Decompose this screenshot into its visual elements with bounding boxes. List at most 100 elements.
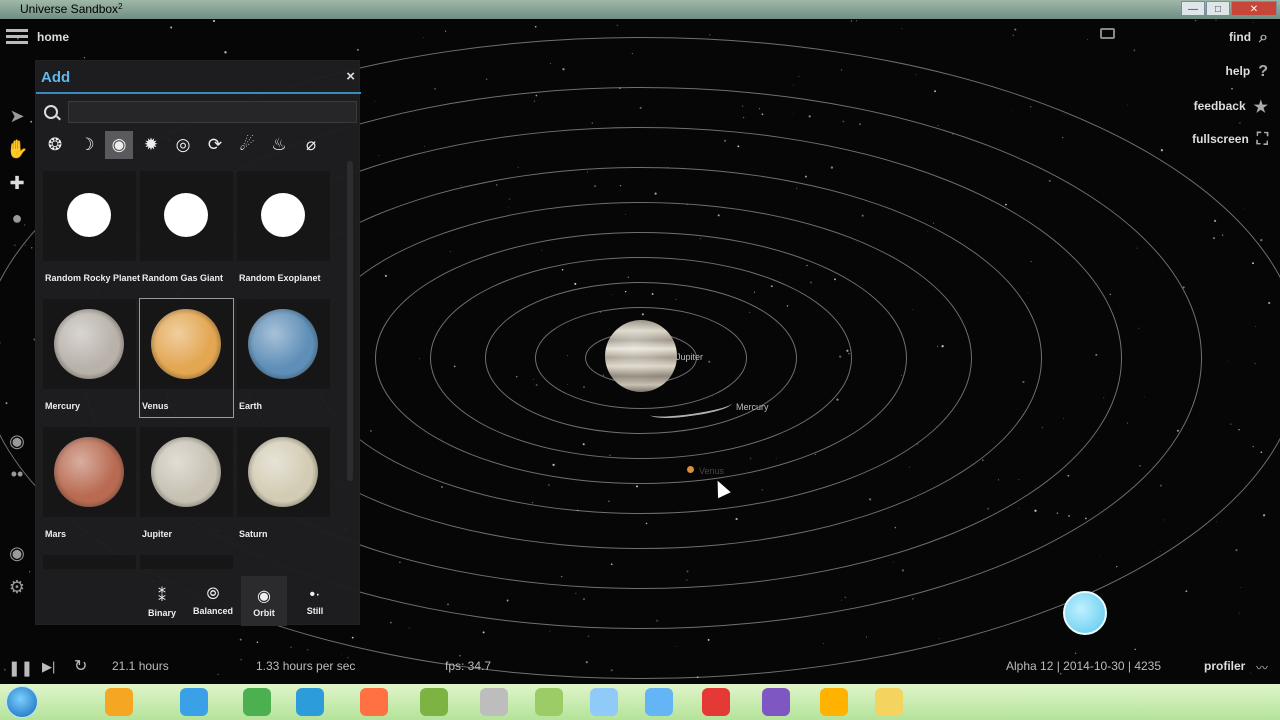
item-thumbnail xyxy=(237,427,330,517)
planet-image xyxy=(248,309,318,379)
item-label: Venus xyxy=(142,401,169,411)
venus-label: Venus xyxy=(699,466,725,476)
mode-label: Binary xyxy=(147,608,176,618)
category-black-holes-icon[interactable]: ⟳ xyxy=(201,131,229,159)
add-icon[interactable]: ✚ xyxy=(6,172,28,194)
gear-icon[interactable]: ⚙ xyxy=(6,576,28,598)
category-planets-icon[interactable]: ◉ xyxy=(105,131,133,159)
find-button[interactable]: find ⌕ xyxy=(1229,29,1268,47)
planet-image xyxy=(151,437,221,507)
mode-label: Balanced xyxy=(192,606,234,616)
reset-icon[interactable]: ↻ xyxy=(74,656,87,676)
hamburger-menu-icon[interactable] xyxy=(6,29,28,45)
add-item-venus[interactable]: Venus xyxy=(139,298,234,418)
fullscreen-button[interactable]: fullscreen ⛶ xyxy=(1192,131,1268,149)
taskbar-app-icon[interactable] xyxy=(762,688,790,716)
pulse-icon: 〰 xyxy=(1256,661,1269,675)
search-icon xyxy=(44,105,58,119)
panel-scrollbar[interactable] xyxy=(347,161,353,481)
pointer-icon[interactable]: ➤ xyxy=(6,105,28,127)
category-objects-icon[interactable]: ♨ xyxy=(265,131,293,159)
item-thumbnail xyxy=(43,299,136,389)
window-titlebar: Universe Sandbox2 — □ ✕ xyxy=(0,0,1280,19)
add-item-mars[interactable]: Mars xyxy=(43,427,136,545)
category-galaxies-icon[interactable]: ◎ xyxy=(169,131,197,159)
help-button[interactable]: help? xyxy=(1226,63,1268,81)
planet-image xyxy=(248,437,318,507)
planet-image xyxy=(54,309,124,379)
taskbar-app-icon[interactable] xyxy=(820,688,848,716)
add-item-random-rocky-planet[interactable]: Random Rocky Planet xyxy=(43,171,140,289)
taskbar-app-icon[interactable] xyxy=(702,688,730,716)
planet-image xyxy=(151,309,221,379)
taskbar-app-icon[interactable] xyxy=(360,688,388,716)
category-systems-icon[interactable]: ❂ xyxy=(41,131,69,159)
jupiter-label: Jupiter xyxy=(676,352,704,362)
add-item-random-gas-giant[interactable]: Random Gas Giant xyxy=(140,171,233,289)
add-item-mercury[interactable]: Mercury xyxy=(43,299,136,417)
search-input[interactable] xyxy=(68,101,357,123)
add-item-partial[interactable] xyxy=(140,555,233,569)
window-close-button[interactable]: ✕ xyxy=(1231,1,1277,16)
taskbar-app-icon[interactable] xyxy=(296,688,324,716)
hand-icon[interactable]: ✋ xyxy=(6,138,28,160)
add-item-random-exoplanet[interactable]: Random Exoplanet xyxy=(237,171,330,289)
taskbar-app-icon[interactable] xyxy=(875,688,903,716)
globe-button[interactable] xyxy=(1063,591,1107,635)
category-comets-icon[interactable]: ☄ xyxy=(233,131,261,159)
add-panel: Add × ❂ ☽ ◉ ✹ ◎ ⟳ ☄ ♨ ⌀ Random Rocky Planet Rando… xyxy=(35,60,361,626)
taskbar-app-icon[interactable] xyxy=(105,688,133,716)
drop-icon[interactable]: ● xyxy=(6,207,28,229)
jupiter-planet[interactable] xyxy=(605,320,677,392)
add-item-jupiter[interactable]: Jupiter xyxy=(140,427,233,545)
taskbar-app-icon[interactable] xyxy=(535,688,563,716)
version-info: Alpha 12 | 2014-10-30 | 4235 xyxy=(1006,659,1162,673)
maximize-button[interactable]: □ xyxy=(1206,1,1230,16)
minimize-button[interactable]: — xyxy=(1181,1,1205,16)
mode-label: Orbit xyxy=(253,608,275,618)
category-tools-icon[interactable]: ⌀ xyxy=(297,131,325,159)
taskbar-app-icon[interactable] xyxy=(645,688,673,716)
taskbar-app-icon[interactable] xyxy=(180,688,208,716)
item-thumbnail xyxy=(43,171,136,261)
taskbar-app-icon[interactable] xyxy=(420,688,448,716)
add-item-earth[interactable]: Earth xyxy=(237,299,330,417)
item-thumbnail xyxy=(43,427,136,517)
item-label: Random Exoplanet xyxy=(239,273,321,283)
pause-icon[interactable]: ❚❚ xyxy=(8,659,33,677)
taskbar-app-icon[interactable] xyxy=(480,688,508,716)
home-link[interactable]: home xyxy=(37,30,69,44)
category-stars-icon[interactable]: ✹ xyxy=(137,131,165,159)
mode-binary-button[interactable]: ⁑ Binary xyxy=(139,576,185,626)
eye-icon[interactable]: ◉ xyxy=(6,542,28,564)
elapsed-time: 21.1 hours xyxy=(112,659,169,673)
add-panel-title: Add xyxy=(41,69,71,86)
start-button[interactable] xyxy=(6,686,38,718)
time-rate[interactable]: 1.33 hours per sec xyxy=(256,659,355,673)
mercury-label: Mercury xyxy=(736,402,769,412)
step-icon[interactable]: ▶| xyxy=(42,659,55,675)
item-label: Saturn xyxy=(239,529,268,539)
venus-planet[interactable] xyxy=(687,466,694,473)
window-title: Universe Sandbox2 xyxy=(20,2,123,16)
taskbar-app-icon[interactable] xyxy=(243,688,271,716)
feedback-button[interactable]: feedback ★ xyxy=(1194,97,1268,117)
camera-icon[interactable] xyxy=(1100,28,1115,39)
item-label: Earth xyxy=(239,401,263,411)
star-icon: ★ xyxy=(1253,99,1268,116)
planet-image xyxy=(164,193,208,237)
dots-icon[interactable]: •• xyxy=(6,463,28,485)
close-icon[interactable]: × xyxy=(346,68,355,85)
category-moons-icon[interactable]: ☽ xyxy=(73,131,101,159)
orbit-view-icon[interactable]: ◉ xyxy=(6,430,28,452)
mode-icon: •· xyxy=(309,586,321,603)
add-item-partial[interactable] xyxy=(43,555,136,569)
mode-balanced-button[interactable]: ⦾ Balanced xyxy=(190,576,236,626)
add-item-saturn[interactable]: Saturn xyxy=(237,427,330,545)
mode-still-button[interactable]: •· Still xyxy=(292,576,338,626)
mode-orbit-button[interactable]: ◉ Orbit xyxy=(241,576,287,626)
profiler-button[interactable]: profiler xyxy=(1204,659,1245,673)
fps-counter: fps: 34.7 xyxy=(445,659,492,673)
taskbar-app-icon[interactable] xyxy=(590,688,618,716)
item-thumbnail xyxy=(237,171,330,261)
